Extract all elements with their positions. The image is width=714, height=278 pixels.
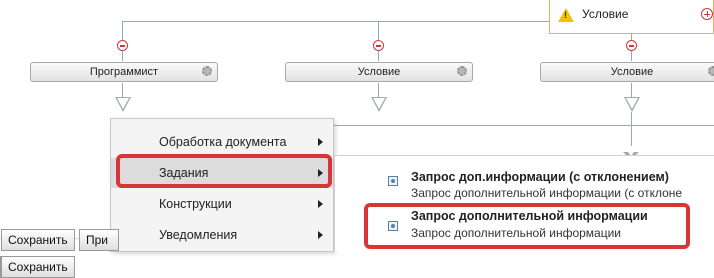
submenu-item-title[interactable]: Запрос доп.информации (с отклонением) (411, 170, 669, 184)
gear-icon[interactable] (708, 66, 714, 76)
menu-item-label: Конструкции (159, 197, 232, 211)
connector-right-down (631, 83, 632, 97)
flow-arrow-middle-icon (371, 97, 387, 112)
top-horizontal-connector (122, 21, 549, 22)
remove-branch-middle-icon[interactable] (373, 40, 384, 51)
save-button-page[interactable]: Сохранить (1, 256, 75, 278)
condition-card[interactable]: Условие (549, 0, 714, 34)
block-condition-right[interactable]: Условие (540, 62, 714, 82)
menu-item-document-processing[interactable]: Обработка документа (111, 127, 333, 157)
highlight-menu-tasks (116, 154, 332, 188)
warning-icon (558, 8, 574, 22)
menu-item-label: Уведомления (159, 228, 238, 242)
task-icon (388, 176, 398, 186)
block-programmer-label: Программист (89, 66, 159, 78)
menu-item-label: Обработка документа (159, 135, 287, 149)
block-condition-right-label: Условие (610, 66, 654, 78)
flow-arrow-right-icon (624, 97, 640, 112)
connector-left-down (122, 83, 123, 97)
menu-item-notifications[interactable]: Уведомления (111, 220, 333, 250)
next-button-partial[interactable]: При (79, 229, 119, 251)
save-visible[interactable]: Сохранить (1, 229, 75, 251)
condition-card-label: Условие (582, 7, 629, 21)
add-icon[interactable] (701, 8, 713, 20)
connector-middle-down (378, 83, 379, 97)
submenu-arrow-icon (318, 200, 323, 208)
submenu-arrow-icon (318, 231, 323, 239)
gear-icon[interactable] (202, 66, 212, 76)
menu-item-constructions[interactable]: Конструкции (111, 189, 333, 219)
submenu-arrow-icon (318, 138, 323, 146)
flow-arrow-left-icon (115, 97, 131, 112)
remove-branch-right-icon[interactable] (626, 40, 637, 51)
block-condition-middle-label: Условие (357, 66, 401, 78)
block-condition-middle[interactable]: Условие (285, 62, 473, 82)
block-programmer[interactable]: Программист (30, 62, 218, 82)
highlight-submenu-item (364, 203, 690, 249)
submenu-item-description: Запрос дополнительной информации (с откл… (411, 186, 683, 200)
gear-icon[interactable] (457, 66, 467, 76)
remove-branch-left-icon[interactable] (117, 40, 128, 51)
